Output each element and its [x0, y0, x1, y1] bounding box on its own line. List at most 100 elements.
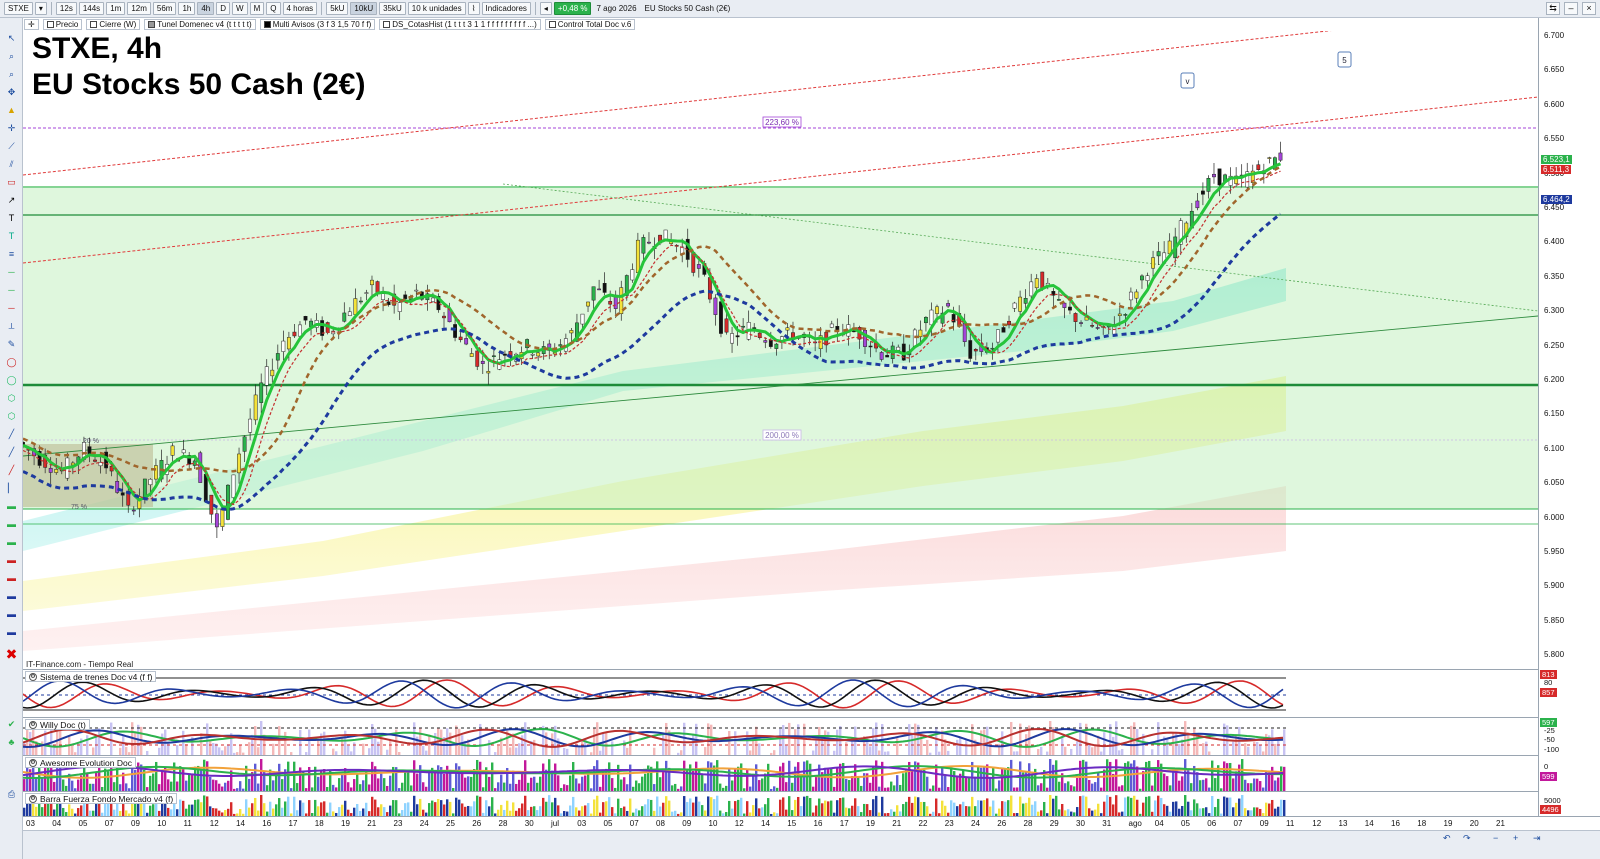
pencil-icon[interactable]: ✎	[5, 338, 18, 350]
check-icon[interactable]: ✔	[5, 718, 18, 730]
level-blue-2-icon[interactable]: ▬	[5, 608, 18, 620]
pane-title[interactable]: ⚙ Willy Doc (t)	[25, 719, 90, 730]
line-tool-3-icon[interactable]: ╱	[5, 464, 18, 476]
pane2-bar	[383, 741, 386, 756]
level-green-2-icon[interactable]: ▬	[5, 518, 18, 530]
zoom-out-time-icon[interactable]: −	[1493, 833, 1498, 843]
legend-item[interactable]: Control Total Doc v.6	[544, 19, 636, 30]
legend-item[interactable]: Multi Avisos (3 f 3 1,5 70 f f)	[259, 19, 376, 30]
minimize-icon[interactable]: –	[1564, 2, 1578, 15]
timeframe-button[interactable]: 4h	[197, 2, 215, 15]
trendline-icon[interactable]: ⟋	[5, 140, 18, 152]
legend-item[interactable]: Tunel Domenec v4 (t t t t t)	[144, 19, 256, 30]
level-red-icon[interactable]: ▬	[5, 554, 18, 566]
horizontal-line-alt-icon[interactable]: ─	[5, 284, 18, 296]
timeframe-button[interactable]: W	[232, 2, 248, 15]
legend-item[interactable]: Cierre (W)	[86, 19, 141, 30]
settings-icon[interactable]: ⚙	[29, 720, 37, 729]
timeframe-button[interactable]: D	[216, 2, 231, 15]
pane-willy[interactable]: ⚙ Willy Doc (t) 597 -25 -50 -100	[23, 717, 1559, 756]
legend-item[interactable]: DS_CotasHist (1 t t t 3 1 1 f f f f f f …	[379, 19, 541, 30]
scroll-right-icon[interactable]: ↷	[1463, 833, 1471, 844]
tick-button[interactable]: 10kU	[350, 2, 378, 15]
pane-sistema-trenes[interactable]: ⚙ Sistema de trenes Doc v4 (f f) 80 813 8…	[23, 669, 1557, 717]
level-green-icon[interactable]: ▬	[5, 500, 18, 512]
timeframe-button[interactable]: 144s	[78, 2, 105, 15]
pane-awesome[interactable]: ⚙ Awesome Evolution Doc 0 599	[23, 755, 1557, 792]
symbol-dropdown-icon[interactable]: ▾	[34, 2, 47, 15]
pane3-bar	[1076, 778, 1079, 792]
line-tool-2-icon[interactable]: ╱	[5, 446, 18, 458]
pane3-bar	[575, 778, 578, 792]
time-tick: 14	[761, 819, 770, 828]
indicators-icon[interactable]: ⌇	[467, 2, 480, 15]
timeframe-button[interactable]: 12m	[127, 2, 151, 15]
settings-icon[interactable]: ⚙	[29, 794, 37, 803]
timeframe-button[interactable]: 56m	[152, 2, 177, 15]
arrow-icon[interactable]: ↗	[5, 194, 18, 206]
print-icon[interactable]: ⎙	[5, 788, 18, 800]
timeframe-button[interactable]: 1m	[106, 2, 126, 15]
price-tick: 6.600	[1544, 99, 1565, 109]
level-blue-icon[interactable]: ▬	[5, 590, 18, 602]
cursor-icon[interactable]: ↖	[5, 32, 18, 44]
legend-add-icon[interactable]: ✛	[24, 19, 39, 30]
price-chart[interactable]: 223,60 % 200,00 % 20 % 75 % v 5	[23, 31, 1538, 669]
pane3-bar	[1163, 773, 1166, 792]
delete-drawings-icon[interactable]: ✖	[5, 647, 18, 661]
timeframe-button[interactable]: 12s	[55, 2, 77, 15]
symbol-selector[interactable]: STXE	[4, 2, 33, 15]
scroll-left-icon[interactable]: ↶	[1443, 833, 1451, 844]
pane-title[interactable]: ⚙ Barra Fuerza Fondo Mercado v4 (f)	[25, 793, 178, 804]
marker-icon[interactable]: ▏	[5, 482, 18, 494]
candle-body	[431, 297, 435, 302]
ellipse-icon[interactable]: ◯	[5, 356, 18, 368]
ellipse-alt-icon[interactable]: ◯	[5, 374, 18, 386]
level-red-2-icon[interactable]: ▬	[5, 572, 18, 584]
zoom-icon[interactable]: ⌕	[5, 50, 18, 62]
text-alt-icon[interactable]: T	[5, 230, 18, 242]
units-select[interactable]: 10 k unidades	[407, 2, 466, 15]
legend-item[interactable]: Precio	[42, 19, 83, 30]
text-icon[interactable]: T	[5, 212, 18, 224]
tick-button[interactable]: 5kU	[326, 2, 349, 15]
go-end-icon[interactable]: ⇥	[1533, 833, 1541, 844]
red-line-icon[interactable]: ─	[5, 302, 18, 314]
bell-icon[interactable]: ♣	[5, 736, 18, 748]
polygon-icon[interactable]: ⬡	[5, 392, 18, 404]
level-green-3-icon[interactable]: ▬	[5, 536, 18, 548]
horizontal-line-icon[interactable]: ─	[5, 266, 18, 278]
fibonacci-icon[interactable]: ≡	[5, 248, 18, 260]
channel-icon[interactable]: ⫽	[5, 158, 18, 170]
close-icon[interactable]: ×	[1582, 2, 1596, 15]
period-select[interactable]: 4 horas	[282, 2, 318, 15]
timeframe-button[interactable]: M	[249, 2, 265, 15]
pane4-bar	[446, 799, 449, 817]
price-chart-canvas[interactable]: 223,60 % 200,00 % 20 % 75 % v 5	[23, 31, 1538, 669]
settings-icon[interactable]: ⚙	[29, 672, 37, 681]
crosshair-icon[interactable]: ✛	[5, 122, 18, 134]
rectangle-icon[interactable]: ▭	[5, 176, 18, 188]
time-tick: 07	[629, 819, 639, 828]
time-axis[interactable]: 03 04 05 07 09 10 11 12 14 16 17 18 19 21 23 24 25 26 28 30…	[23, 816, 1600, 830]
line-tool-icon[interactable]: ╱	[5, 428, 18, 440]
pane2-bar	[959, 736, 962, 756]
zoom-in-time-icon[interactable]: +	[1513, 833, 1518, 843]
shape-icon[interactable]: ⬡	[5, 410, 18, 422]
zoom-out-icon[interactable]: ⌕	[5, 68, 18, 80]
timeframe-button[interactable]: 1h	[178, 2, 196, 15]
pane-title[interactable]: ⚙ Awesome Evolution Doc	[25, 757, 136, 768]
pane-title[interactable]: ⚙ Sistema de trenes Doc v4 (f f)	[25, 671, 157, 682]
tick-button[interactable]: 35kU	[379, 2, 406, 15]
level-blue-3-icon[interactable]: ▬	[5, 626, 18, 638]
settings-icon[interactable]: ⚙	[29, 758, 37, 767]
ruler-icon[interactable]: ⟂	[5, 320, 18, 332]
sound-icon[interactable]: ◂	[539, 2, 552, 15]
indicators-button[interactable]: Indicadores	[481, 2, 531, 15]
price-tick: 6.100	[1544, 443, 1565, 453]
pan-icon[interactable]: ✥	[5, 86, 18, 98]
restore-icon[interactable]: ⇆	[1546, 2, 1560, 15]
alert-icon[interactable]: ▲	[5, 104, 18, 116]
pane-barra-fuerza[interactable]: ⚙ Barra Fuerza Fondo Mercado v4 (f) 5000 …	[23, 791, 1561, 817]
timeframe-button[interactable]: Q	[266, 2, 281, 15]
